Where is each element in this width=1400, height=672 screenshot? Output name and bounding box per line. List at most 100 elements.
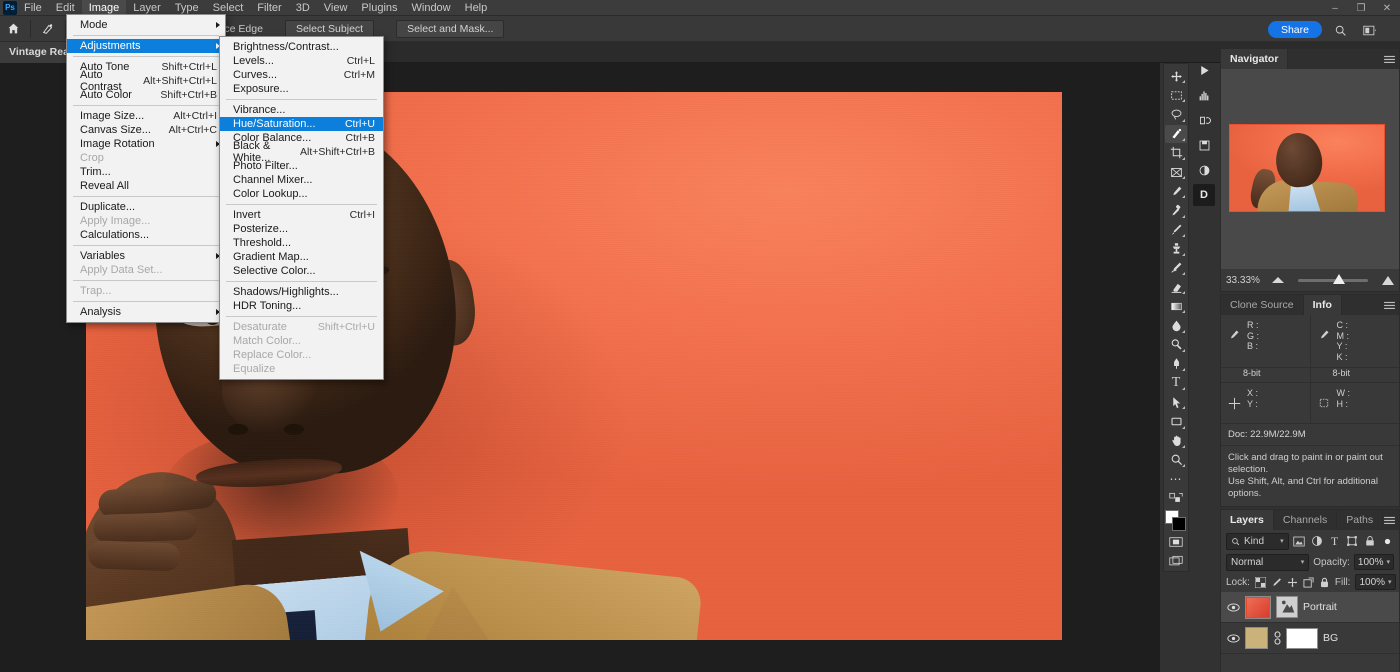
rectangle-tool[interactable] xyxy=(1165,412,1187,430)
menu-item-image-rotation[interactable]: Image Rotation xyxy=(67,137,225,151)
tab-clone-source[interactable]: Clone Source xyxy=(1221,295,1304,315)
layer-filter-kind-select[interactable]: Kind ▾ xyxy=(1226,533,1289,550)
frame-tool[interactable] xyxy=(1165,163,1187,181)
tab-layers[interactable]: Layers xyxy=(1221,510,1274,530)
filter-adjustment-icon[interactable] xyxy=(1310,533,1324,549)
quick-mask-mode-icon[interactable] xyxy=(1165,533,1187,551)
menu-item-auto-contrast[interactable]: Auto ContrastAlt+Shift+Ctrl+L xyxy=(67,74,225,88)
panel-menu-icon[interactable] xyxy=(1383,53,1395,65)
menu-item-adjustments[interactable]: Adjustments xyxy=(67,39,225,53)
menu-window[interactable]: Window xyxy=(405,0,458,16)
menu-item-mode[interactable]: Mode xyxy=(67,18,225,32)
color-swatches[interactable] xyxy=(1164,510,1188,528)
menu-item-levels[interactable]: Levels...Ctrl+L xyxy=(220,54,383,68)
layer-thumbnail[interactable] xyxy=(1245,596,1271,619)
share-button[interactable]: Share xyxy=(1268,21,1322,38)
menu-3d[interactable]: 3D xyxy=(289,0,317,16)
zoom-in-icon[interactable] xyxy=(1382,276,1394,285)
dodge-tool[interactable] xyxy=(1165,336,1187,354)
search-icon[interactable] xyxy=(1332,22,1348,38)
table-row[interactable]: Portrait xyxy=(1221,592,1399,623)
opacity-field[interactable]: 100% ▾ xyxy=(1354,554,1394,570)
menu-plugins[interactable]: Plugins xyxy=(354,0,404,16)
eraser-tool[interactable] xyxy=(1165,278,1187,296)
save-state-icon[interactable] xyxy=(1193,134,1215,156)
adjustments-submenu[interactable]: Brightness/Contrast...Levels...Ctrl+LCur… xyxy=(219,36,384,380)
menu-item-hdr-toning[interactable]: HDR Toning... xyxy=(220,299,383,313)
home-icon[interactable] xyxy=(0,16,26,42)
tab-channels[interactable]: Channels xyxy=(1274,510,1337,530)
adjustments-icon[interactable] xyxy=(1193,159,1215,181)
pen-tool[interactable] xyxy=(1165,355,1187,373)
panel-menu-icon[interactable] xyxy=(1383,514,1395,526)
default-colors-icon[interactable] xyxy=(1165,489,1187,507)
menu-item-trim[interactable]: Trim... xyxy=(67,165,225,179)
workspace-switcher-icon[interactable] xyxy=(1362,22,1378,38)
zoom-level-value[interactable]: 33.33% xyxy=(1226,275,1266,286)
lasso-tool[interactable] xyxy=(1165,105,1187,123)
lock-image-pixels-icon[interactable] xyxy=(1271,576,1282,589)
menu-item-color-lookup[interactable]: Color Lookup... xyxy=(220,187,383,201)
background-color-swatch[interactable] xyxy=(1172,517,1186,531)
layer-thumbnail[interactable] xyxy=(1245,627,1268,649)
menu-item-invert[interactable]: InvertCtrl+I xyxy=(220,208,383,222)
spot-healing-brush-tool[interactable] xyxy=(1165,201,1187,219)
zoom-out-icon[interactable] xyxy=(1272,277,1284,283)
menu-item-shadows-highlights[interactable]: Shadows/Highlights... xyxy=(220,285,383,299)
zoom-slider-handle[interactable] xyxy=(1333,274,1345,284)
path-selection-tool[interactable] xyxy=(1165,393,1187,411)
menu-item-analysis[interactable]: Analysis xyxy=(67,305,225,319)
layer-name[interactable]: Portrait xyxy=(1303,601,1337,613)
filter-type-icon[interactable]: T xyxy=(1328,533,1342,549)
rectangular-marquee-tool[interactable] xyxy=(1165,86,1187,104)
menu-item-channel-mixer[interactable]: Channel Mixer... xyxy=(220,173,383,187)
menu-item-reveal-all[interactable]: Reveal All xyxy=(67,179,225,193)
menu-item-variables[interactable]: Variables xyxy=(67,249,225,263)
quick-selection-tool[interactable] xyxy=(1165,125,1187,143)
tab-info[interactable]: Info xyxy=(1304,295,1342,315)
select-subject-button[interactable]: Select Subject xyxy=(285,20,374,38)
navigator-preview[interactable] xyxy=(1221,69,1399,269)
lock-position-icon[interactable] xyxy=(1287,576,1298,589)
eyedropper-tool[interactable] xyxy=(1165,182,1187,200)
menu-item-calculations[interactable]: Calculations... xyxy=(67,228,225,242)
fill-field[interactable]: 100% ▾ xyxy=(1355,574,1395,590)
lock-artboard-nesting-icon[interactable] xyxy=(1303,576,1314,589)
history-brush-tool[interactable] xyxy=(1165,259,1187,277)
histogram-icon[interactable] xyxy=(1193,84,1215,106)
image-menu-dropdown[interactable]: ModeAdjustmentsAuto ToneShift+Ctrl+LAuto… xyxy=(66,14,226,323)
menu-filter[interactable]: Filter xyxy=(250,0,288,16)
quick-selection-tool-icon[interactable] xyxy=(35,16,61,42)
edit-toolbar-button[interactable]: ⋯ xyxy=(1165,470,1187,488)
blur-tool[interactable] xyxy=(1165,316,1187,334)
hand-tool[interactable] xyxy=(1165,432,1187,450)
menu-item-vibrance[interactable]: Vibrance... xyxy=(220,103,383,117)
layer-name[interactable]: BG xyxy=(1323,632,1338,644)
menu-item-photo-filter[interactable]: Photo Filter... xyxy=(220,159,383,173)
play-actions-icon[interactable] xyxy=(1193,59,1215,81)
restore-button[interactable]: ❐ xyxy=(1348,0,1374,16)
zoom-slider[interactable] xyxy=(1272,271,1394,289)
panel-menu-icon[interactable] xyxy=(1383,299,1395,311)
menu-item-hue-saturation[interactable]: Hue/Saturation...Ctrl+U xyxy=(220,117,383,131)
menu-item-gradient-map[interactable]: Gradient Map... xyxy=(220,250,383,264)
menu-item-curves[interactable]: Curves...Ctrl+M xyxy=(220,68,383,82)
layer-mask-thumbnail[interactable] xyxy=(1286,628,1318,649)
menu-item-brightness-contrast[interactable]: Brightness/Contrast... xyxy=(220,40,383,54)
screen-mode-icon[interactable] xyxy=(1165,552,1187,570)
table-row[interactable]: BG xyxy=(1221,623,1399,654)
lock-all-icon[interactable] xyxy=(1319,576,1330,589)
layers-empty-area[interactable] xyxy=(1221,654,1399,672)
filter-pixel-icon[interactable] xyxy=(1293,533,1307,549)
zoom-tool[interactable] xyxy=(1165,451,1187,469)
link-icon[interactable] xyxy=(1273,631,1281,645)
tab-paths[interactable]: Paths xyxy=(1337,510,1383,530)
menu-item-threshold[interactable]: Threshold... xyxy=(220,236,383,250)
move-tool[interactable] xyxy=(1165,67,1187,85)
menu-item-duplicate[interactable]: Duplicate... xyxy=(67,200,225,214)
history-icon[interactable] xyxy=(1193,109,1215,131)
menu-item-posterize[interactable]: Posterize... xyxy=(220,222,383,236)
minimize-button[interactable]: – xyxy=(1322,0,1348,16)
menu-item-selective-color[interactable]: Selective Color... xyxy=(220,264,383,278)
filter-smart-object-icon[interactable] xyxy=(1363,533,1377,549)
